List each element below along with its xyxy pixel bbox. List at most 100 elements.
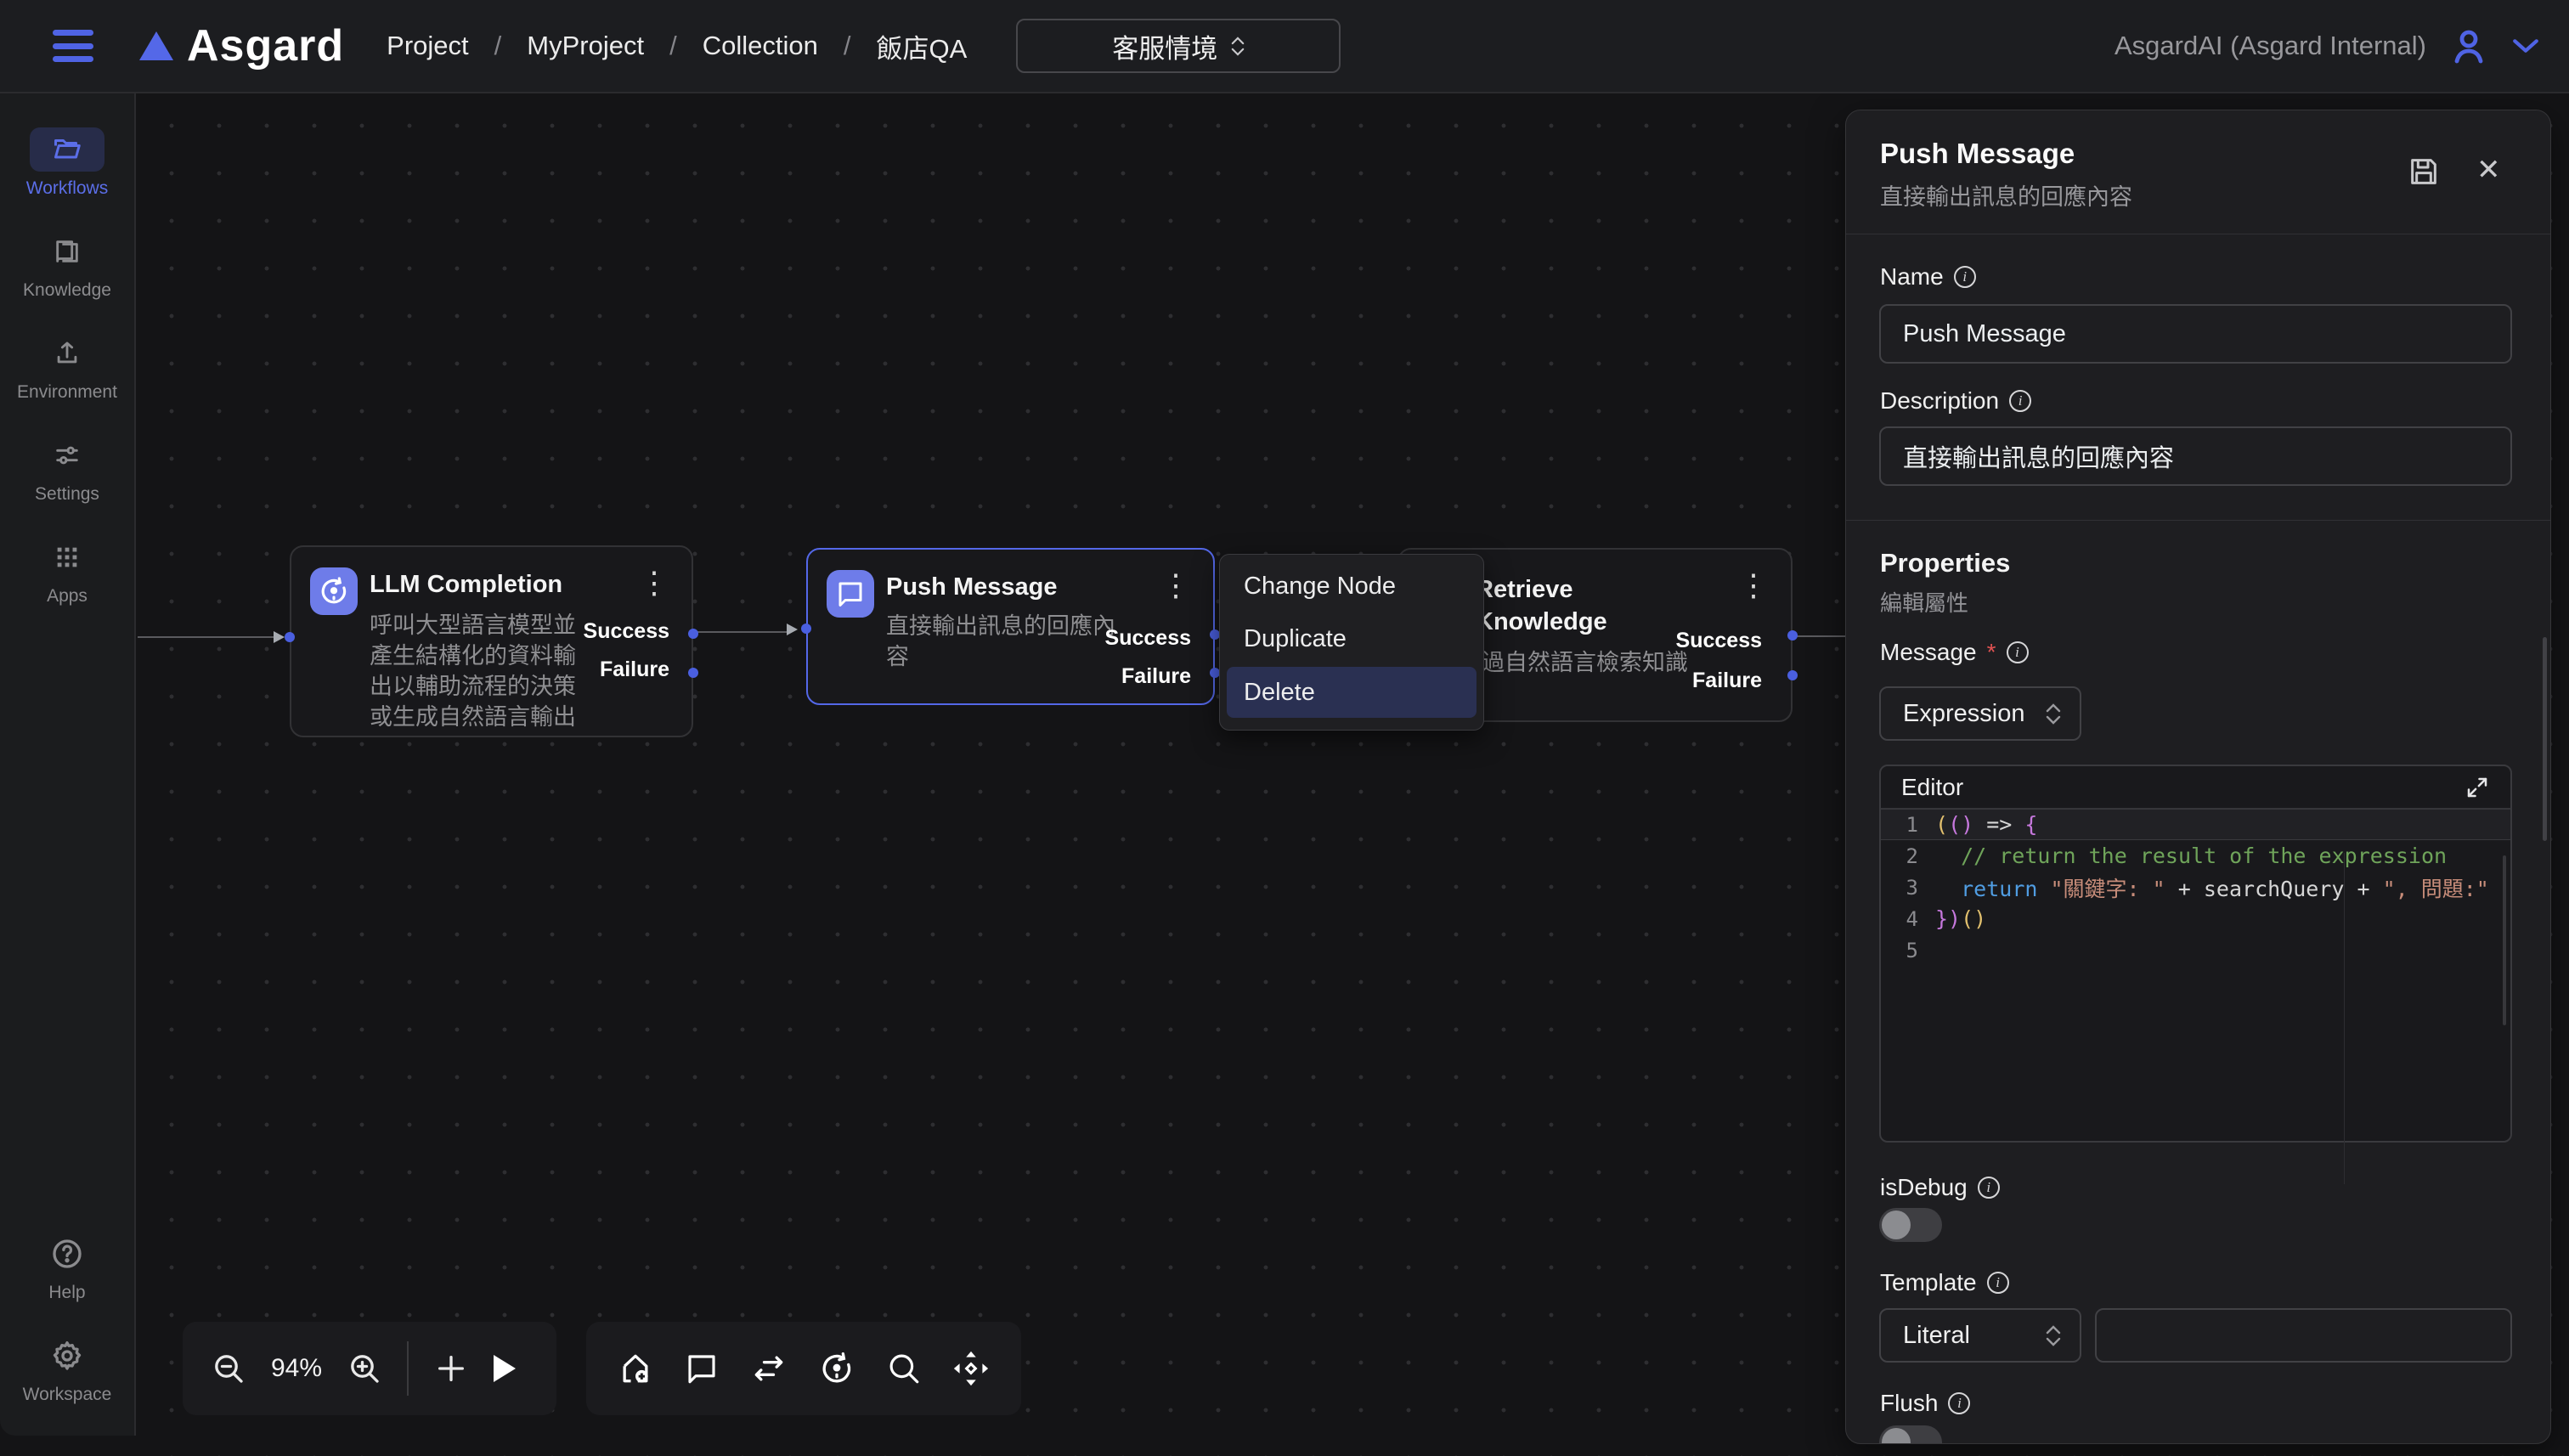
node-title: Push Message (886, 573, 1057, 601)
breadcrumb-current[interactable]: 飯店QA (876, 27, 967, 65)
book-icon (30, 229, 104, 274)
breadcrumb-collection[interactable]: Collection (703, 31, 818, 61)
editor-scrollbar[interactable] (2503, 855, 2506, 1025)
edge-into-llm (138, 636, 282, 638)
llm-icon[interactable] (818, 1350, 855, 1387)
code-line: 4 })() (1881, 903, 2510, 934)
code-line: 5 (1881, 934, 2510, 966)
flush-toggle[interactable] (1879, 1425, 1942, 1444)
breadcrumb-separator: / (669, 31, 677, 61)
run-icon[interactable] (494, 1355, 516, 1382)
success-port[interactable] (688, 629, 698, 639)
menu-item-duplicate[interactable]: Duplicate (1220, 612, 1483, 665)
editor-header: Editor (1881, 766, 2510, 809)
node-title: LLM Completion (370, 571, 562, 599)
success-port[interactable] (1787, 630, 1798, 641)
name-input[interactable]: Push Message (1879, 304, 2512, 364)
node-menu-button[interactable]: ⋮ (1160, 570, 1191, 601)
updown-icon (2046, 703, 2061, 725)
swap-arrows-icon[interactable] (750, 1350, 788, 1387)
chat-bubble-icon (827, 570, 874, 618)
sidebar-item-apps[interactable]: Apps (30, 535, 104, 607)
node-properties-panel: Push Message 直接輸出訊息的回應內容 ✕ Namei Push Me… (1845, 110, 2551, 1444)
menu-item-change-node[interactable]: Change Node (1220, 560, 1483, 612)
isdebug-toggle[interactable] (1879, 1208, 1942, 1242)
environment-select[interactable]: 客服情境 (1016, 19, 1341, 73)
asgard-logo-icon (139, 31, 173, 60)
failure-port[interactable] (688, 668, 698, 678)
breadcrumb: Project / MyProject / Collection / 飯店QA (387, 27, 967, 65)
edge-from-retrieve (1793, 635, 1852, 637)
breadcrumb-project[interactable]: Project (387, 31, 468, 61)
sidebar-item-settings[interactable]: Settings (30, 433, 104, 505)
code-area[interactable]: 1 (() => { 2 // return the result of the… (1881, 809, 2510, 966)
breadcrumb-myproject[interactable]: MyProject (527, 31, 644, 61)
user-icon[interactable] (2448, 25, 2489, 66)
comment-icon[interactable] (684, 1351, 720, 1386)
panel-title: Push Message (1880, 138, 2075, 170)
sidebar-item-workflows[interactable]: Workflows (26, 127, 108, 199)
hamburger-menu-icon[interactable] (53, 30, 93, 62)
port-label-failure: Failure (1692, 669, 1762, 693)
node-llm-completion[interactable]: LLM Completion ⋮ 呼叫大型語言模型並產生結構化的資料輸出以輔助流… (290, 545, 693, 737)
editor-title: Editor (1901, 774, 1963, 801)
template-value-input[interactable] (2095, 1308, 2512, 1363)
sidebar-item-knowledge[interactable]: Knowledge (23, 229, 111, 301)
move-icon[interactable] (951, 1349, 991, 1388)
properties-subheading: 編輯屬性 (1880, 586, 1968, 618)
zoom-toolbar: 94% (183, 1322, 556, 1415)
llm-node-icon (310, 567, 358, 615)
sidebar: Workflows Knowledge Environment (0, 93, 136, 1436)
panel-subtitle: 直接輸出訊息的回應內容 (1880, 178, 2132, 212)
info-icon[interactable]: i (2007, 641, 2029, 663)
help-icon (30, 1232, 104, 1276)
folder-icon (30, 127, 104, 172)
chevron-down-icon[interactable] (2511, 37, 2540, 55)
sidebar-item-help[interactable]: Help (30, 1232, 104, 1303)
failure-port[interactable] (1787, 670, 1798, 680)
brand-name: Asgard (187, 20, 344, 71)
edge-arrowhead (274, 631, 285, 643)
node-toolbar (586, 1322, 1021, 1415)
zoom-level: 94% (271, 1354, 322, 1383)
node-menu-button[interactable]: ⋮ (639, 567, 669, 598)
template-type-select[interactable]: Literal (1879, 1308, 2081, 1363)
save-icon[interactable] (2407, 155, 2441, 189)
zoom-out-icon[interactable] (212, 1352, 246, 1385)
search-icon[interactable] (886, 1351, 922, 1386)
expand-icon[interactable] (2465, 775, 2490, 800)
required-asterisk: * (1987, 639, 1996, 666)
gear-icon (30, 1334, 104, 1378)
sidebar-item-workspace[interactable]: Workspace (23, 1334, 112, 1405)
account-name: AsgardAI (Asgard Internal) (2114, 31, 2426, 61)
breadcrumb-separator: / (844, 31, 851, 61)
info-icon[interactable]: i (1987, 1272, 2009, 1294)
input-port[interactable] (285, 632, 295, 642)
node-push-message[interactable]: Push Message ⋮ 直接輸出訊息的回應內容 Success Failu… (806, 548, 1215, 705)
breadcrumb-separator: / (494, 31, 502, 61)
panel-divider (1846, 520, 2551, 521)
info-icon[interactable]: i (2009, 390, 2031, 412)
node-menu-button[interactable]: ⋮ (1738, 570, 1769, 601)
description-label: Descriptioni (1880, 387, 2031, 415)
node-title: Retrieve Knowledge (1476, 573, 1629, 638)
info-icon[interactable]: i (1948, 1392, 1970, 1414)
add-icon[interactable] (434, 1352, 468, 1385)
code-line: 3 return "關鍵字: " + searchQuery + ", 問題:" (1881, 872, 2510, 903)
code-line: 1 (() => { (1881, 809, 2510, 840)
zoom-in-icon[interactable] (347, 1352, 381, 1385)
input-port[interactable] (801, 624, 811, 634)
message-type-select[interactable]: Expression (1879, 686, 2081, 741)
menu-item-delete[interactable]: Delete (1227, 667, 1476, 718)
node-description: 直接輸出訊息的回應內容 (886, 611, 1122, 672)
panel-scrollbar[interactable] (2543, 637, 2547, 841)
edge-arrowhead (787, 624, 798, 635)
sidebar-item-environment[interactable]: Environment (17, 331, 117, 403)
description-input[interactable]: 直接輸出訊息的回應內容 (1879, 426, 2512, 486)
home-add-icon[interactable] (617, 1350, 654, 1387)
template-label: Templatei (1880, 1269, 2009, 1296)
info-icon[interactable]: i (1954, 266, 1976, 288)
info-icon[interactable]: i (1978, 1177, 2000, 1199)
isdebug-label: isDebugi (1880, 1174, 2000, 1201)
close-icon[interactable]: ✕ (2476, 153, 2501, 187)
